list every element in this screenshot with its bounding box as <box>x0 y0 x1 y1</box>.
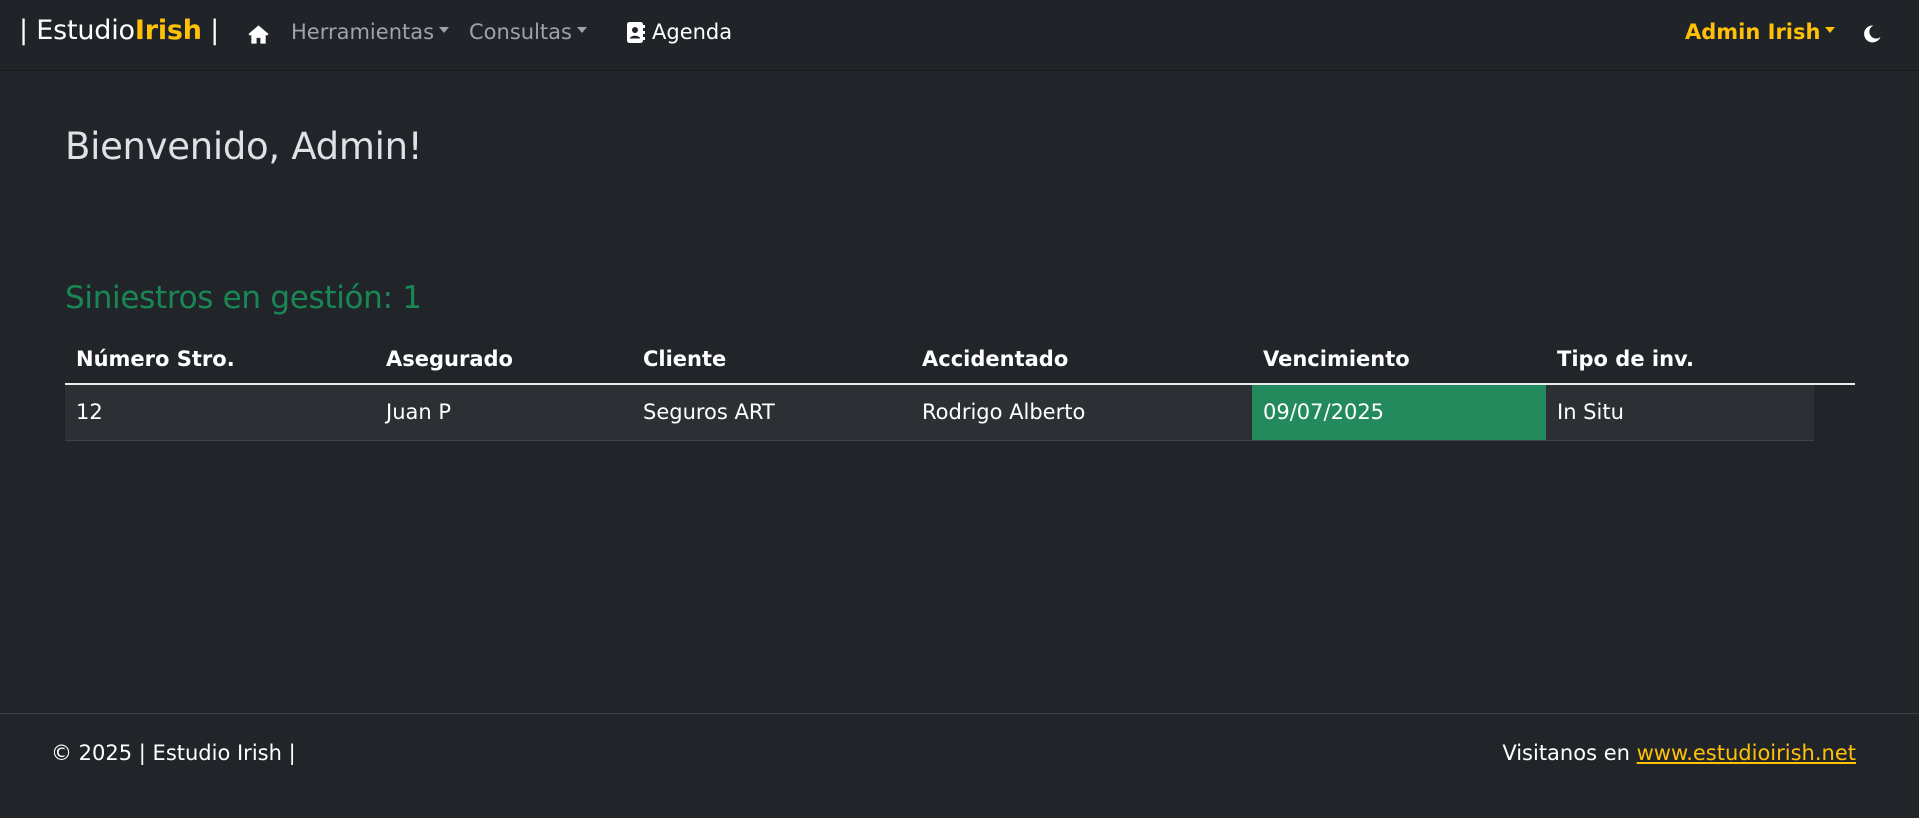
table-header-row: Número Stro. Asegurado Cliente Accidenta… <box>65 334 1855 385</box>
column-header-spacer <box>1814 334 1855 385</box>
chevron-down-icon <box>1825 27 1836 33</box>
address-book-icon <box>627 21 645 43</box>
nav-menu-herramientas[interactable]: Herramientas <box>291 20 450 44</box>
column-header-tipo: Tipo de inv. <box>1546 334 1814 385</box>
nav-menu-consultas-label: Consultas <box>469 20 572 44</box>
home-icon[interactable] <box>247 23 270 46</box>
column-header-cliente: Cliente <box>632 334 911 385</box>
nav-menu-herramientas-label: Herramientas <box>291 20 435 44</box>
navbar: | EstudioIrish | Herramientas Consultas … <box>0 0 1919 70</box>
claims-table: Número Stro. Asegurado Cliente Accidenta… <box>65 334 1855 441</box>
user-menu[interactable]: Admin Irish <box>1685 20 1836 44</box>
cell-tipo: In Situ <box>1546 384 1814 441</box>
column-header-accidentado: Accidentado <box>911 334 1252 385</box>
cell-spacer <box>1814 384 1855 440</box>
nav-menu-consultas[interactable]: Consultas <box>469 20 587 44</box>
footer-visit: Visitanos en www.estudioirish.net <box>1502 741 1856 765</box>
brand[interactable]: | EstudioIrish | <box>19 15 219 46</box>
brand-suffix: | <box>201 15 220 46</box>
nav-link-agenda[interactable]: Agenda <box>626 20 732 44</box>
welcome-heading: Bienvenido, Admin! <box>65 125 423 168</box>
cell-accidentado: Rodrigo Alberto <box>911 384 1252 441</box>
chevron-down-icon <box>439 27 450 33</box>
footer: © 2025 | Estudio Irish | Visitanos en ww… <box>0 713 1919 818</box>
footer-copyright: © 2025 | Estudio Irish | <box>51 741 296 765</box>
table-row[interactable]: 12 Juan P Seguros ART Rodrigo Alberto 09… <box>65 384 1855 441</box>
cell-asegurado: Juan P <box>375 384 632 441</box>
nav-link-agenda-label: Agenda <box>652 20 733 44</box>
cell-vencimiento: 09/07/2025 <box>1252 384 1546 441</box>
user-menu-label: Admin Irish <box>1685 20 1821 44</box>
column-header-vencimiento: Vencimiento <box>1252 334 1546 385</box>
brand-accent: Irish <box>134 15 202 46</box>
column-header-asegurado: Asegurado <box>375 334 632 385</box>
footer-website-link[interactable]: www.estudioirish.net <box>1637 741 1856 765</box>
cell-numero: 12 <box>65 384 375 441</box>
chevron-down-icon <box>576 27 587 33</box>
footer-visit-text: Visitanos en <box>1502 741 1637 765</box>
claims-count-heading: Siniestros en gestión: 1 <box>65 280 422 316</box>
column-header-numero: Número Stro. <box>65 334 375 385</box>
brand-prefix: | Estudio <box>19 15 135 46</box>
cell-cliente: Seguros ART <box>632 384 911 441</box>
moon-icon[interactable] <box>1862 24 1882 44</box>
